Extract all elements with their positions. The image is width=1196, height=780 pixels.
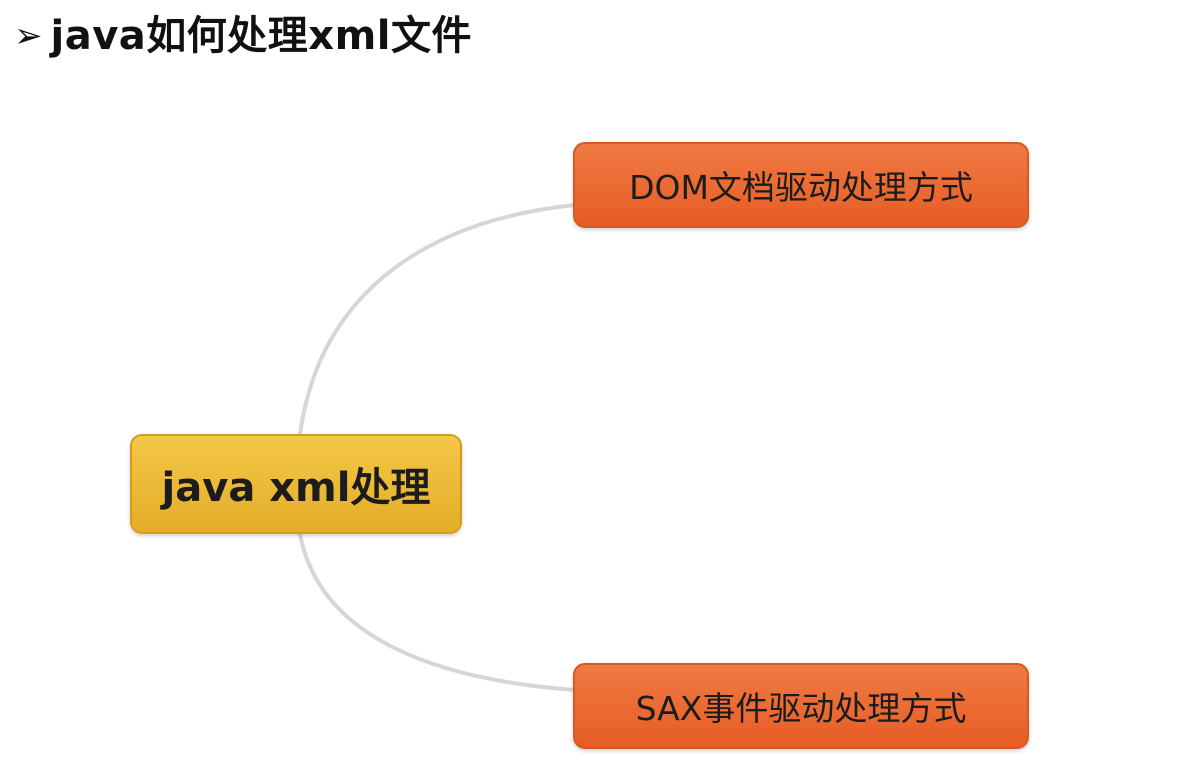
mindmap-child-node-dom: DOM文档驱动处理方式 (573, 142, 1029, 228)
root-node-label: java xml处理 (161, 465, 431, 511)
mindmap-root-node: java xml处理 (130, 434, 462, 534)
connector-root-to-sax (298, 532, 577, 692)
slide: ➢ java如何处理xml文件 java xml处理 DOM文档驱动处理方式 S… (0, 0, 1196, 780)
mindmap-child-node-sax: SAX事件驱动处理方式 (573, 663, 1029, 749)
child-node-label-sax: SAX事件驱动处理方式 (635, 689, 967, 728)
child-node-label-dom: DOM文档驱动处理方式 (629, 168, 973, 207)
connector-root-to-dom (298, 203, 577, 436)
